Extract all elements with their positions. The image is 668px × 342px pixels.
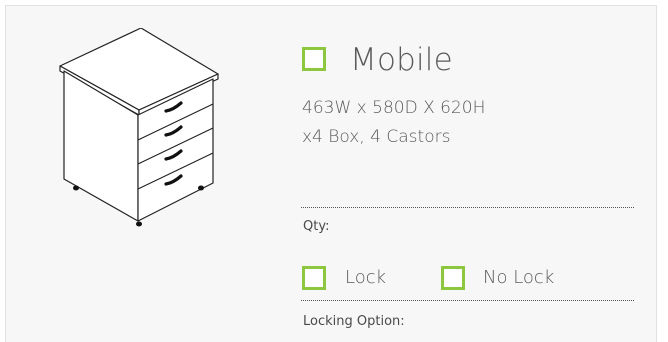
product-description: x4 Box, 4 Castors xyxy=(302,127,451,147)
no-lock-checkbox[interactable] xyxy=(441,266,465,290)
qty-label: Qty: xyxy=(303,219,330,234)
locking-option-divider xyxy=(301,300,634,301)
mobile-pedestal-illustration xyxy=(59,28,219,227)
product-dimensions: 463W x 580D X 620H xyxy=(302,98,486,118)
locking-option-label: Locking Option: xyxy=(303,314,405,329)
qty-divider xyxy=(301,207,634,208)
no-lock-label: No Lock xyxy=(483,267,555,288)
lock-label: Lock xyxy=(345,267,387,288)
select-product-checkbox[interactable] xyxy=(302,47,326,71)
lock-checkbox[interactable] xyxy=(302,266,326,290)
product-title: Mobile xyxy=(350,42,453,78)
